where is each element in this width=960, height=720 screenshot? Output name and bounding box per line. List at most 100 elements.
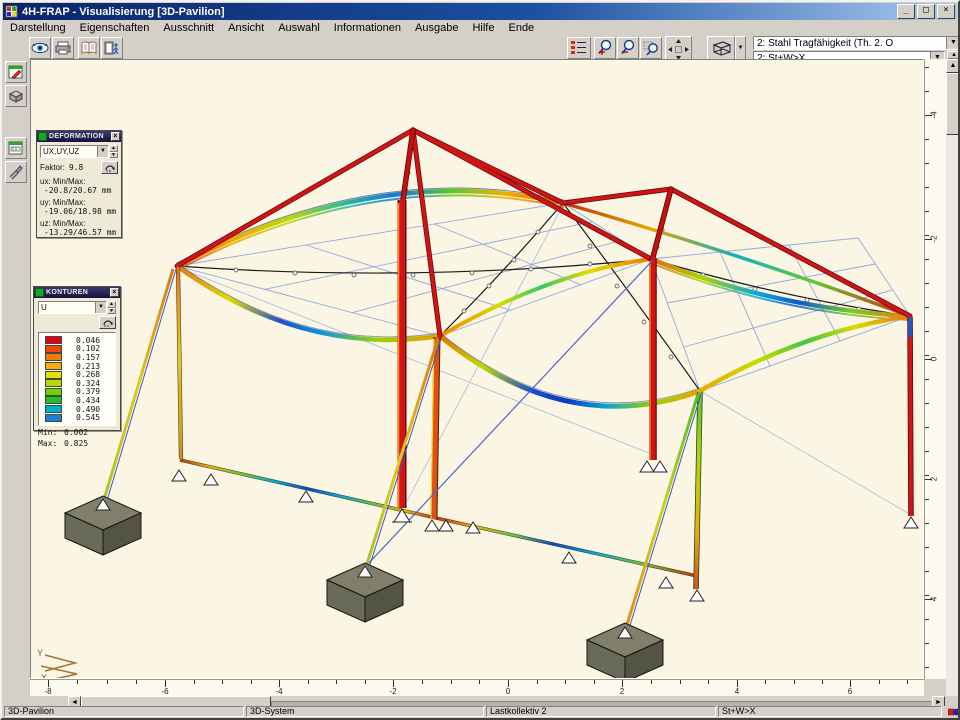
min-value: 0.002 — [64, 428, 88, 437]
scale-row: 0.046 — [41, 336, 113, 345]
scale-row: 0.490 — [41, 405, 113, 414]
apply-button[interactable] — [99, 316, 116, 329]
maximize-button[interactable]: □ — [917, 4, 935, 19]
chevron-down-icon[interactable]: ▼ — [946, 37, 960, 49]
result-tree-button[interactable] — [567, 37, 591, 59]
scale-color-swatch — [45, 388, 62, 396]
ruler-label: 0 — [930, 357, 939, 361]
view-cube-dropdown[interactable]: ▼ — [735, 36, 746, 60]
ruler-label: 0 — [506, 687, 510, 696]
ruler-tick — [925, 499, 929, 500]
ruler-tick — [925, 427, 929, 428]
chevron-down-icon[interactable]: ▼ — [97, 146, 108, 157]
scale-row: 0.213 — [41, 362, 113, 371]
konturen-palette-titlebar[interactable]: KONTUREN × — [34, 287, 120, 298]
value-panel-button[interactable] — [5, 137, 27, 159]
close-icon[interactable]: × — [110, 288, 119, 297]
edit-panel-button[interactable] — [5, 61, 27, 83]
app-icon — [5, 5, 18, 18]
loadcase-combo-value: 2: Stahl Tragfähigkeit (Th. 2. O — [754, 38, 946, 49]
zoom-window-button[interactable] — [640, 37, 662, 59]
scale-color-swatch — [45, 405, 62, 413]
palette-title: DEFORMATION — [49, 133, 104, 140]
vertical-scroll-thumb[interactable] — [946, 73, 960, 135]
menu-item-darstellung[interactable]: Darstellung — [3, 22, 73, 34]
scale-color-swatch — [45, 353, 62, 361]
deformation-combo-value: UX,UY,UZ — [41, 147, 97, 156]
scale-color-swatch — [45, 379, 62, 387]
zoom-in-icon — [596, 39, 614, 57]
zoom-in-button[interactable] — [594, 37, 616, 59]
menu-bar: DarstellungEigenschaftenAusschnittAnsich… — [3, 21, 957, 35]
tools-button[interactable] — [5, 161, 27, 183]
deformation-palette-titlebar[interactable]: DEFORMATION × — [37, 131, 121, 142]
menu-item-eigenschaften[interactable]: Eigenschaften — [73, 22, 157, 34]
ruler-label: -8 — [44, 687, 51, 696]
view-options-button[interactable] — [29, 37, 51, 59]
pliers-icon — [8, 164, 24, 180]
status-panel: Lastkollektiv 2 — [486, 706, 716, 717]
menu-item-ende[interactable]: Ende — [501, 22, 541, 34]
ruler-tick — [680, 680, 681, 684]
ruler-tick — [925, 475, 929, 476]
ruler-tick — [925, 619, 929, 620]
ruler-tick — [925, 667, 929, 668]
minimize-button[interactable]: _ — [897, 4, 915, 19]
deformation-spinner[interactable]: ▲▼ — [109, 145, 118, 158]
close-icon[interactable]: × — [111, 132, 120, 141]
ruler-tick — [925, 163, 929, 164]
ruler-tick — [594, 680, 595, 684]
viewport-3d[interactable]: Y X DEFORMATION × UX,UY,UZ ▼ ▲▼ — [30, 59, 924, 679]
exit-button[interactable] — [101, 37, 123, 59]
konturen-spinner[interactable]: ▲▼ — [107, 301, 116, 314]
max-label: Max: — [38, 439, 64, 448]
ruler-tick — [537, 680, 538, 684]
max-value: 0.825 — [64, 439, 88, 448]
apply-button[interactable] — [101, 161, 118, 174]
min-label: Min: — [38, 428, 64, 437]
ruler-tick — [925, 211, 929, 212]
report-button[interactable] — [78, 37, 100, 59]
chevron-down-icon[interactable]: ▼ — [95, 302, 106, 313]
palette-title: KONTUREN — [46, 289, 88, 296]
menu-item-ansicht[interactable]: Ansicht — [221, 22, 271, 34]
loadcase-combo[interactable]: 2: Stahl Tragfähigkeit (Th. 2. O ▼ — [753, 36, 960, 50]
close-button[interactable]: × — [937, 4, 955, 19]
ruler-tick — [907, 680, 908, 684]
menu-item-informationen[interactable]: Informationen — [327, 22, 408, 34]
print-button[interactable] — [52, 37, 74, 59]
ruler-label: 4 — [930, 597, 939, 601]
deformation-palette: DEFORMATION × UX,UY,UZ ▼ ▲▼ Faktor: 9.8 — [36, 130, 122, 238]
ruler-label: -2 — [389, 687, 396, 696]
ruler-tick — [365, 680, 366, 684]
deformation-row-label: uy: Min/Max: — [40, 198, 118, 207]
zoom-out-icon — [619, 39, 637, 57]
view-cube-button[interactable] — [707, 36, 735, 60]
vertical-scrollbar[interactable]: ▲ ▼ — [946, 59, 960, 710]
ruler-tick — [925, 307, 929, 308]
konturen-combo[interactable]: U ▼ — [38, 301, 107, 314]
menu-item-auswahl[interactable]: Auswahl — [271, 22, 327, 34]
y-axis-label: Y — [37, 648, 43, 658]
support-symbols — [96, 461, 918, 638]
roof-cables — [177, 130, 910, 391]
palette-icon — [38, 132, 47, 141]
printer-icon — [55, 41, 71, 55]
ruler-tick — [822, 680, 823, 684]
zoom-out-button[interactable] — [617, 37, 639, 59]
menu-item-hilfe[interactable]: Hilfe — [465, 22, 501, 34]
ruler-tick — [479, 680, 480, 684]
scroll-up-icon[interactable]: ▲ — [946, 59, 960, 73]
menu-item-ausgabe[interactable]: Ausgabe — [408, 22, 465, 34]
menu-item-ausschnitt[interactable]: Ausschnitt — [156, 22, 221, 34]
status-panel: 3D-System — [246, 706, 484, 717]
eye-icon — [31, 41, 49, 55]
scale-color-swatch — [45, 362, 62, 370]
book-icon — [81, 41, 97, 55]
deformation-combo[interactable]: UX,UY,UZ ▼ — [40, 145, 109, 158]
ruler-tick — [850, 680, 851, 687]
solid-view-button[interactable] — [5, 85, 27, 107]
side-toolbar — [2, 59, 30, 706]
box-3d-icon — [8, 88, 24, 104]
ruler-tick — [565, 680, 566, 684]
